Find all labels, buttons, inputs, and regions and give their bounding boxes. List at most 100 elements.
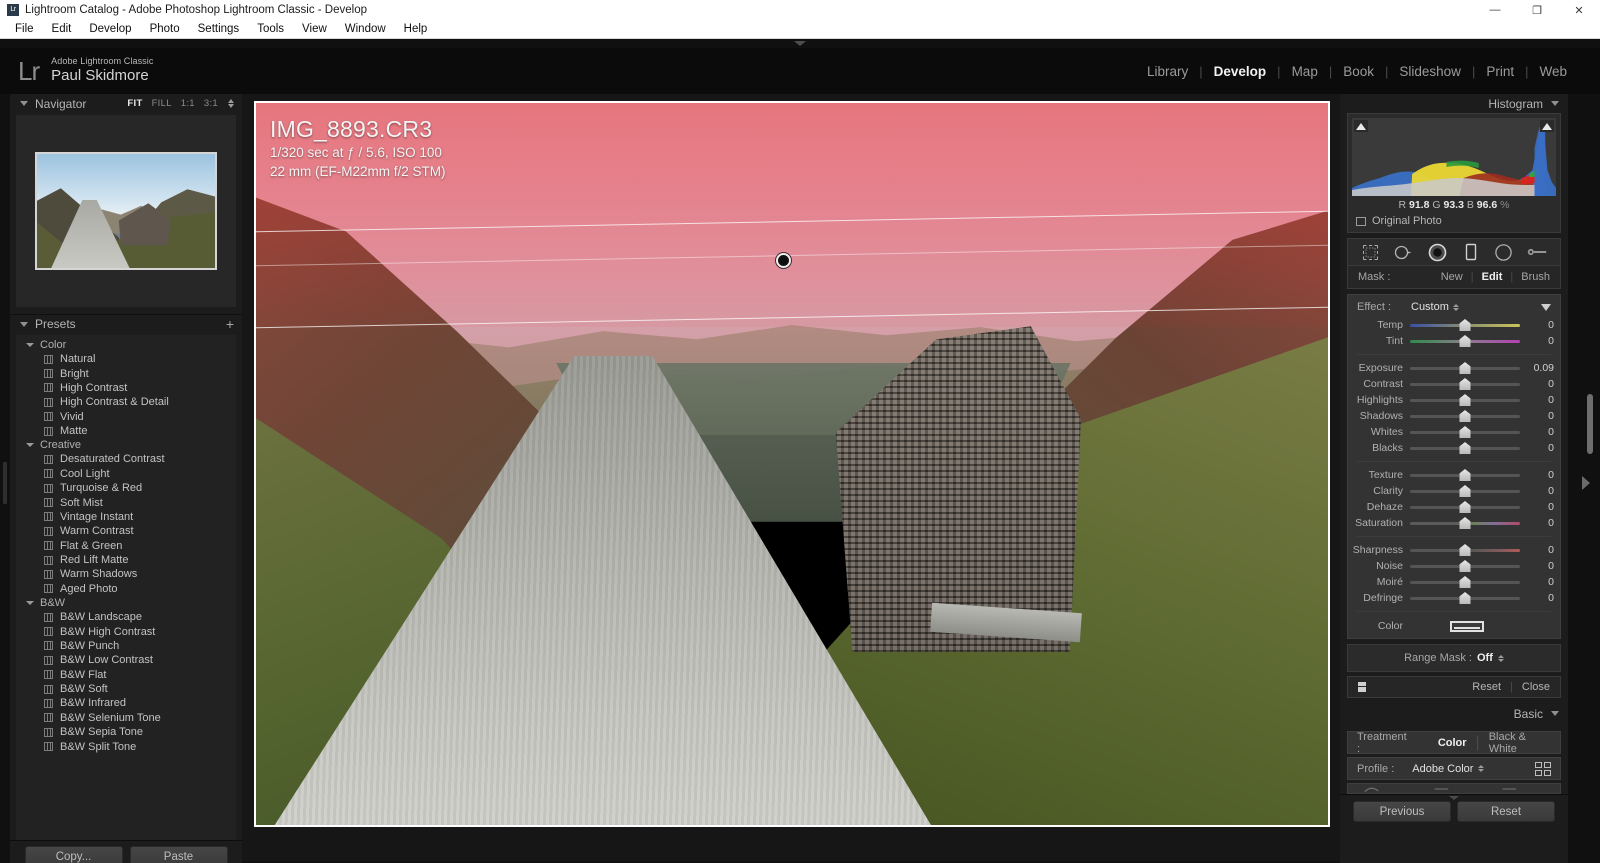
basic-header[interactable]: Basic <box>1340 704 1568 723</box>
slider-knob[interactable] <box>1459 362 1471 374</box>
identity-plate[interactable]: Lr Adobe Lightroom Classic Paul Skidmore <box>18 56 153 86</box>
menu-edit[interactable]: Edit <box>43 22 81 37</box>
slider-track[interactable] <box>1410 317 1520 333</box>
restore-button[interactable]: ❐ <box>1516 0 1558 20</box>
slider-track[interactable] <box>1410 558 1520 574</box>
slider-track[interactable] <box>1410 424 1520 440</box>
spot-removal-tool[interactable] <box>1394 242 1414 262</box>
graduated-filter-tool[interactable] <box>1527 242 1547 262</box>
preset-item[interactable]: B&W Punch <box>16 639 236 653</box>
presets-header[interactable]: Presets + <box>10 314 242 333</box>
menu-window[interactable]: Window <box>336 22 395 37</box>
slider-texture[interactable]: Texture 0 <box>1348 467 1560 483</box>
slider-dehaze[interactable]: Dehaze 0 <box>1348 499 1560 515</box>
preset-group-creative[interactable]: Creative <box>16 438 236 452</box>
preset-item[interactable]: B&W Split Tone <box>16 739 236 753</box>
crop-overlay-tool[interactable] <box>1361 242 1381 262</box>
checkbox-icon[interactable] <box>1356 216 1366 226</box>
preset-item[interactable]: Desaturated Contrast <box>16 452 236 466</box>
photo-canvas[interactable]: IMG_8893.CR3 1/320 sec at ƒ / 5.6, ISO 1… <box>254 101 1330 827</box>
minimize-button[interactable]: — <box>1474 0 1516 20</box>
slider-knob[interactable] <box>1459 378 1471 390</box>
color-swatch[interactable] <box>1450 620 1484 632</box>
zoom-fill[interactable]: FILL <box>152 98 172 109</box>
slider-track[interactable] <box>1410 333 1520 349</box>
preset-item[interactable]: B&W Low Contrast <box>16 653 236 667</box>
red-eye-tool[interactable] <box>1461 242 1481 262</box>
mask-visibility-icon[interactable] <box>1358 682 1366 692</box>
slider-temp[interactable]: Temp 0 <box>1348 317 1560 333</box>
preset-item[interactable]: Warm Contrast <box>16 524 236 538</box>
plus-icon[interactable]: + <box>226 317 234 331</box>
effect-row[interactable]: Effect : Custom <box>1348 301 1560 317</box>
radial-filter-tool[interactable] <box>1494 242 1514 262</box>
menu-settings[interactable]: Settings <box>189 22 249 37</box>
paste-button[interactable]: Paste <box>129 846 228 863</box>
module-map[interactable]: Map <box>1281 64 1329 79</box>
preset-item[interactable]: High Contrast & Detail <box>16 395 236 409</box>
module-slideshow[interactable]: Slideshow <box>1388 64 1472 79</box>
histogram-header[interactable]: Histogram <box>1340 94 1568 113</box>
module-develop[interactable]: Develop <box>1203 64 1278 79</box>
slider-knob[interactable] <box>1459 410 1471 422</box>
reset-button[interactable]: Reset <box>1457 801 1555 822</box>
mask-edit-button[interactable]: Edit <box>1482 271 1503 283</box>
slider-knob[interactable] <box>1459 394 1471 406</box>
slider-track[interactable] <box>1410 574 1520 590</box>
slider-knob[interactable] <box>1459 442 1471 454</box>
zoom-1-1[interactable]: 1:1 <box>181 98 195 109</box>
slider-track[interactable] <box>1410 590 1520 606</box>
slider-defringe[interactable]: Defringe 0 <box>1348 590 1560 606</box>
range-mask-value[interactable]: Off <box>1477 652 1493 664</box>
profile-value[interactable]: Adobe Color <box>1412 763 1473 775</box>
mask-brush-button[interactable]: Brush <box>1521 271 1550 283</box>
image-stage[interactable]: IMG_8893.CR3 1/320 sec at ƒ / 5.6, ISO 1… <box>242 94 1340 861</box>
right-panel-scrollbar[interactable] <box>1587 394 1593 454</box>
left-panel-toggle[interactable] <box>0 94 10 863</box>
range-mask-row[interactable]: Range Mask : Off <box>1347 644 1561 672</box>
slider-tint[interactable]: Tint 0 <box>1348 333 1560 349</box>
preset-item[interactable]: High Contrast <box>16 381 236 395</box>
slider-track[interactable] <box>1410 467 1520 483</box>
preset-item[interactable]: Vintage Instant <box>16 510 236 524</box>
preset-item[interactable]: Matte <box>16 424 236 438</box>
module-web[interactable]: Web <box>1528 64 1578 79</box>
copy-button[interactable]: Copy... <box>24 846 123 863</box>
preset-group-bw[interactable]: B&W <box>16 596 236 610</box>
module-book[interactable]: Book <box>1332 64 1385 79</box>
module-print[interactable]: Print <box>1475 64 1525 79</box>
top-panel-toggle[interactable] <box>0 39 1600 48</box>
original-photo-row[interactable]: Original Photo <box>1352 213 1556 228</box>
slider-track[interactable] <box>1410 360 1520 376</box>
grid-icon[interactable] <box>1535 761 1551 776</box>
menu-photo[interactable]: Photo <box>141 22 189 37</box>
close-button[interactable]: ✕ <box>1558 0 1600 20</box>
preset-item[interactable]: B&W Soft <box>16 682 236 696</box>
zoom-stepper[interactable] <box>228 99 234 108</box>
preset-group-color[interactable]: Color <box>16 338 236 352</box>
presets-list[interactable]: Color Natural Bright High Contrast High … <box>16 335 236 840</box>
slider-knob[interactable] <box>1459 576 1471 588</box>
zoom-3-1[interactable]: 3:1 <box>204 98 218 109</box>
slider-knob[interactable] <box>1459 592 1471 604</box>
slider-moire[interactable]: Moiré 0 <box>1348 574 1560 590</box>
mask-close-button[interactable]: Close <box>1522 681 1550 693</box>
preset-item[interactable]: Vivid <box>16 410 236 424</box>
slider-saturation[interactable]: Saturation 0 <box>1348 515 1560 531</box>
slider-knob[interactable] <box>1459 469 1471 481</box>
slider-track[interactable] <box>1410 542 1520 558</box>
preset-item[interactable]: Red Lift Matte <box>16 553 236 567</box>
preset-item[interactable]: Turquoise & Red <box>16 481 236 495</box>
slider-track[interactable] <box>1410 408 1520 424</box>
slider-shadows[interactable]: Shadows 0 <box>1348 408 1560 424</box>
profile-dropdown-icon[interactable] <box>1478 765 1485 772</box>
shadow-clipping-indicator[interactable] <box>1354 120 1368 132</box>
slider-track[interactable] <box>1410 440 1520 456</box>
module-library[interactable]: Library <box>1136 64 1199 79</box>
preset-item[interactable]: B&W Infrared <box>16 696 236 710</box>
preset-item[interactable]: B&W High Contrast <box>16 624 236 638</box>
preset-item[interactable]: Cool Light <box>16 467 236 481</box>
preset-item[interactable]: Soft Mist <box>16 495 236 509</box>
mask-reset-button[interactable]: Reset <box>1472 681 1501 693</box>
mask-new-button[interactable]: New <box>1441 271 1463 283</box>
